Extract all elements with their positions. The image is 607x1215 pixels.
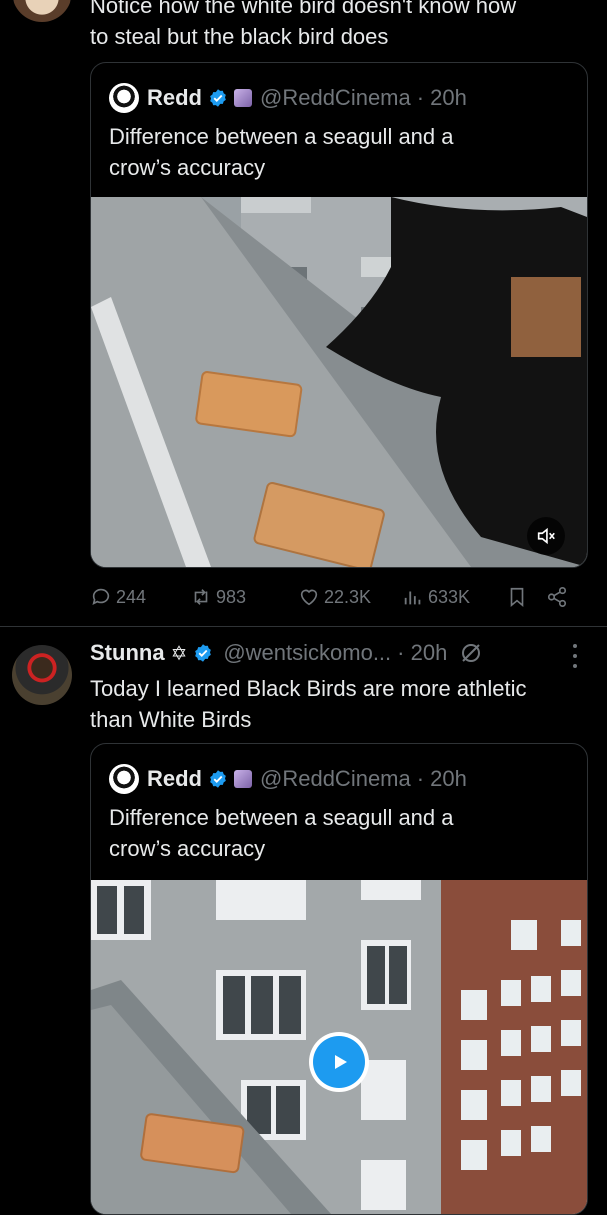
like-button[interactable]: 22.3K (298, 586, 402, 608)
grok-icon[interactable] (459, 641, 483, 665)
quoted-post-header: Redd @ReddCinema · 20h (109, 764, 467, 794)
author-avatar[interactable] (12, 0, 72, 22)
post-header: Stunna ✡ @wentsickomo... · 20h (90, 640, 483, 666)
reply-icon (92, 588, 110, 605)
post-time: · 20h (397, 640, 448, 665)
heart-icon (300, 589, 318, 606)
verified-badge-icon (195, 644, 212, 662)
like-count: 22.3K (324, 586, 372, 607)
quoted-author-avatar (109, 764, 139, 794)
quoted-post[interactable]: Redd @ReddCinema · 20h Difference betwee… (90, 743, 588, 1215)
quoted-author-handle: @ReddCinema (260, 766, 411, 791)
post-text: Today I learned Black Birds are more ath… (90, 673, 600, 735)
video-thumbnail[interactable] (91, 197, 587, 567)
video-frame-illustration (91, 197, 587, 567)
post-text-line: than White Birds (90, 707, 252, 732)
quoted-post-time: · 20h (416, 766, 467, 791)
speaker-muted-icon (537, 527, 555, 545)
author-handle: @wentsickomo... (223, 640, 392, 665)
view-count: 633K (428, 586, 471, 607)
repost-count: 983 (216, 586, 247, 607)
play-icon (335, 1055, 347, 1069)
post-actions: 244 983 22.3K 633K (90, 586, 580, 608)
quoted-author-name: Redd (147, 766, 202, 791)
quoted-author-handle: @ReddCinema (260, 85, 411, 110)
post-divider (0, 626, 607, 627)
repost-button[interactable]: 983 (190, 586, 298, 608)
quoted-text-line: Difference between a seagull and a (109, 805, 454, 830)
views-button[interactable]: 633K (402, 586, 506, 608)
affiliate-badge-icon (234, 770, 252, 788)
bookmark-icon (510, 587, 524, 608)
quoted-post-text: Difference between a seagull and a crow’… (109, 121, 569, 183)
quoted-author-name: Redd (147, 85, 202, 110)
quoted-post[interactable]: Redd @ReddCinema · 20h Difference betwee… (90, 62, 588, 568)
share-button[interactable] (546, 586, 576, 608)
verified-badge-icon (210, 89, 226, 107)
post-text-line: Notice how the white bird doesn't know h… (90, 0, 517, 18)
pentagram-icon: ✡ (170, 642, 188, 665)
quoted-text-line: crow’s accuracy (109, 155, 266, 180)
post-text-line: Today I learned Black Birds are more ath… (90, 676, 527, 701)
views-chart-icon (404, 591, 421, 605)
share-icon (547, 587, 567, 607)
quoted-post-time: · 20h (416, 85, 467, 110)
bookmark-button[interactable] (506, 586, 546, 608)
post-text-line: to steal but the black bird does (90, 24, 389, 49)
quoted-text-line: Difference between a seagull and a (109, 124, 454, 149)
play-button[interactable] (309, 1032, 369, 1092)
reply-count: 244 (116, 586, 147, 607)
video-thumbnail[interactable] (91, 880, 587, 1214)
verified-badge-icon (210, 770, 226, 788)
author-avatar[interactable] (12, 645, 72, 705)
repost-icon (194, 589, 208, 605)
quoted-author-avatar (109, 83, 139, 113)
reply-button[interactable]: 244 (90, 586, 190, 608)
post-text: Notice how the white bird doesn't know h… (90, 0, 600, 52)
affiliate-badge-icon (234, 89, 252, 107)
quoted-text-line: crow’s accuracy (109, 836, 266, 861)
author-name: Stunna (90, 640, 165, 665)
quoted-post-text: Difference between a seagull and a crow’… (109, 802, 569, 864)
quoted-post-header: Redd @ReddCinema · 20h (109, 83, 467, 113)
more-options-icon[interactable] (570, 644, 580, 668)
mute-button[interactable] (527, 517, 565, 555)
